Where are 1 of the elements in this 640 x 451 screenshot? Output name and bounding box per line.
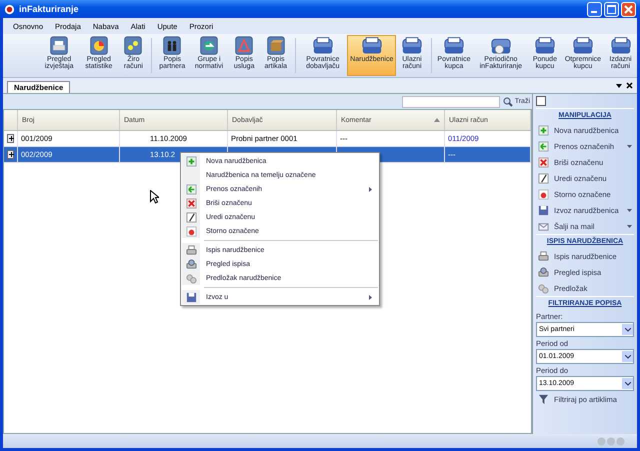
- window-title: inFakturiranje: [19, 4, 79, 14]
